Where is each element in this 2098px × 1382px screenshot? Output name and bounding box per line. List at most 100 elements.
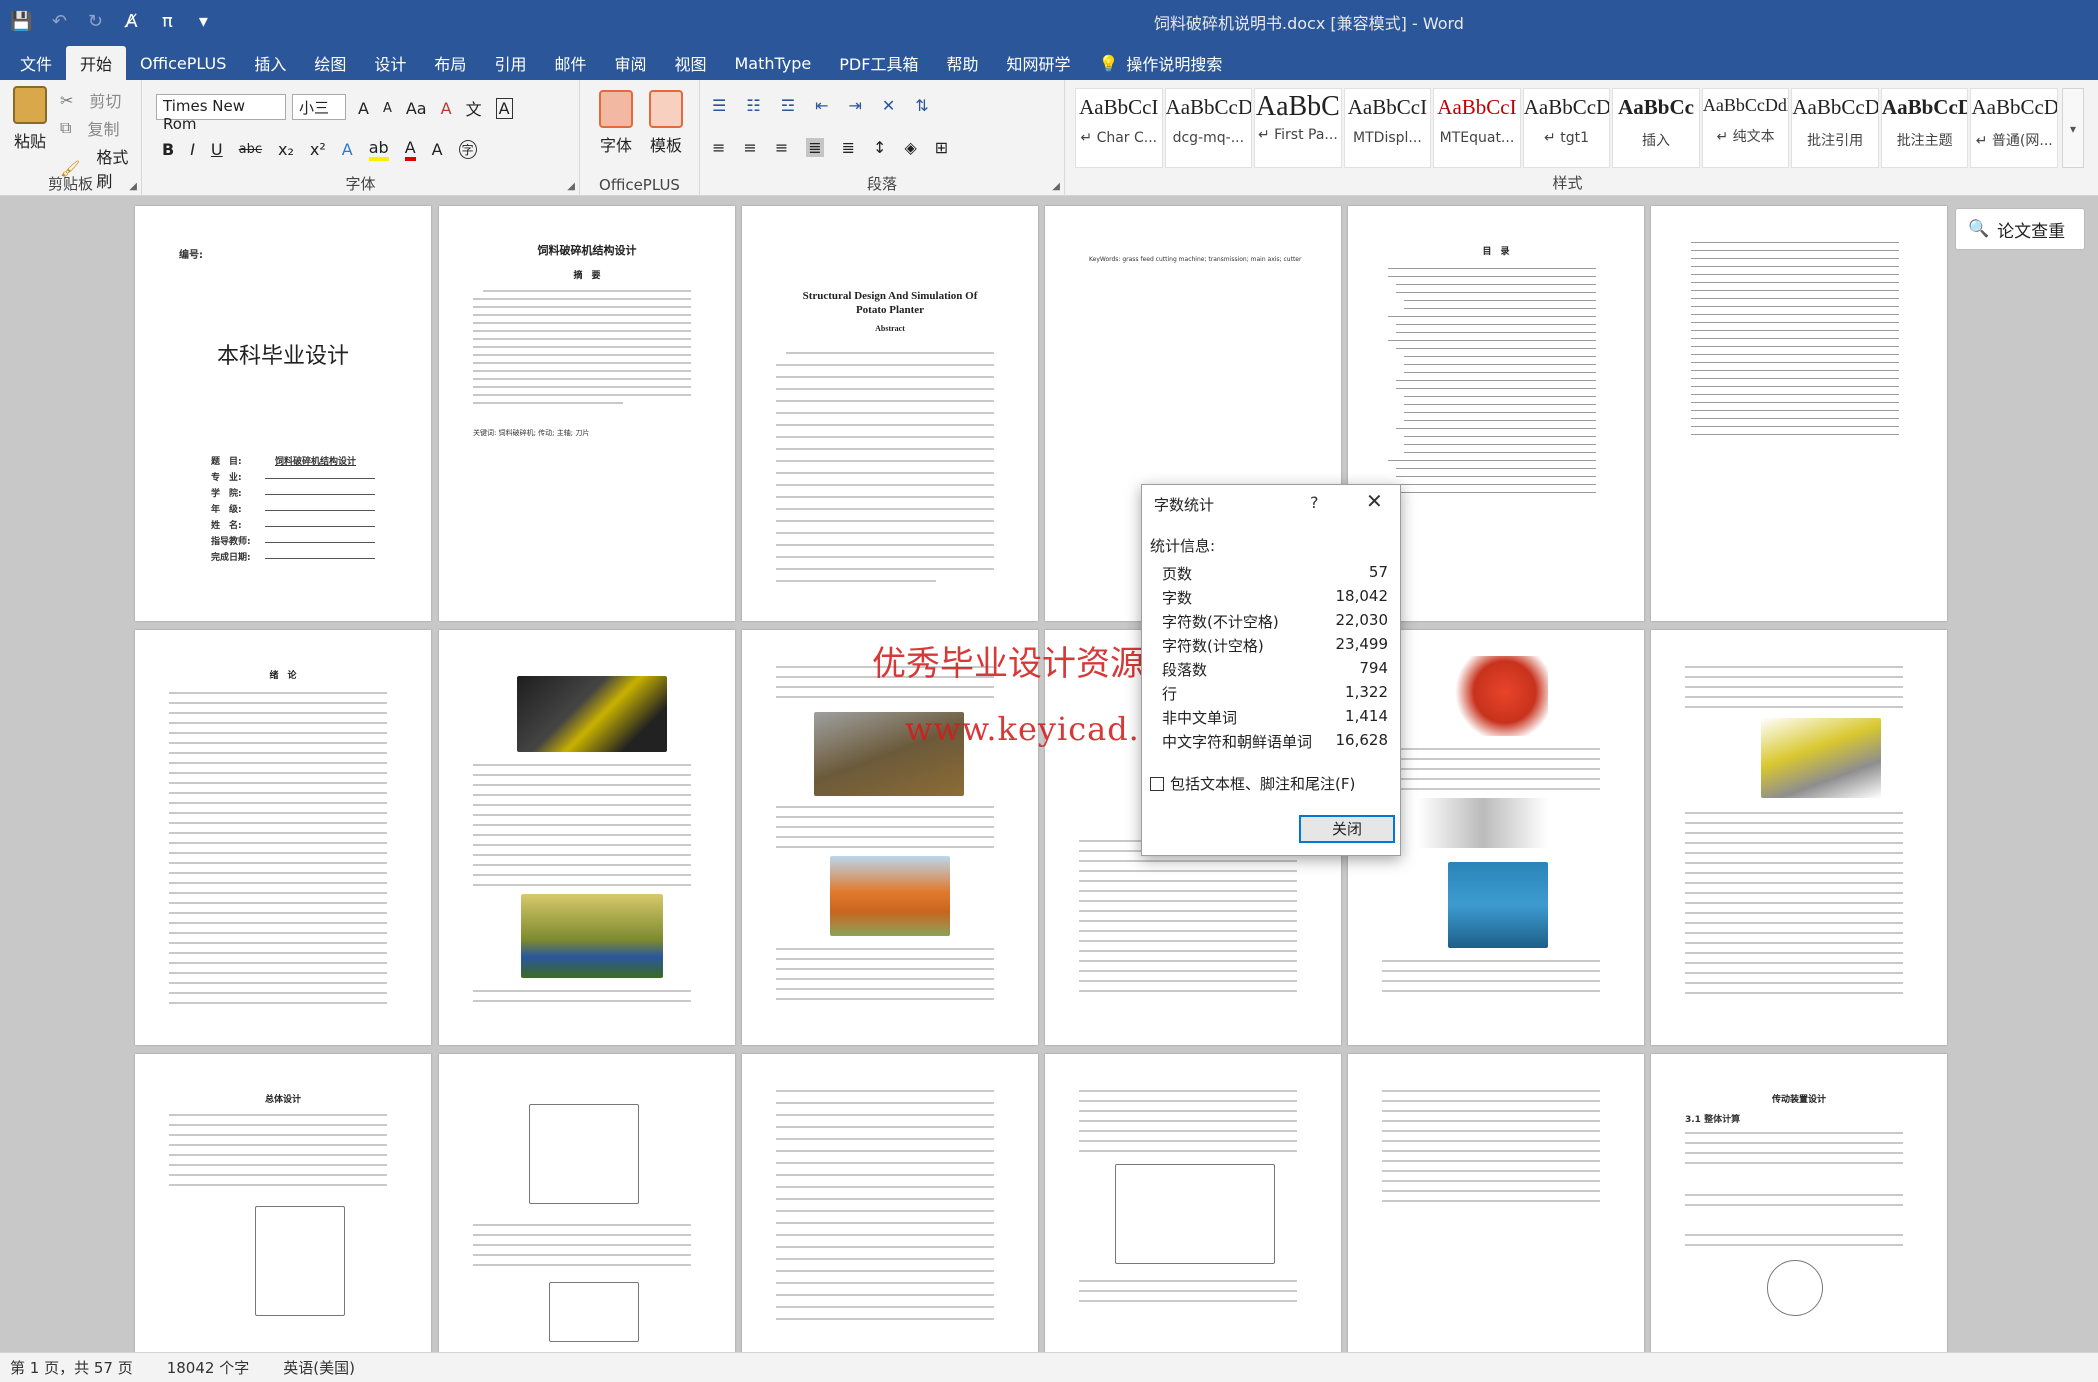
tab-file[interactable]: 文件: [6, 46, 66, 80]
cut-button[interactable]: ✂ 剪切: [60, 88, 121, 112]
checkbox-box[interactable]: [1150, 776, 1164, 791]
line-spacing-icon[interactable]: ↕: [873, 138, 886, 157]
align-center-icon[interactable]: ≡: [743, 138, 756, 157]
copy-button[interactable]: ⧉ 复制: [60, 116, 119, 140]
tab-draw[interactable]: 绘图: [300, 46, 360, 80]
language-status[interactable]: 英语(美国): [283, 1357, 355, 1378]
font-size-combo[interactable]: 小三: [292, 94, 346, 120]
officeplus-template-button[interactable]: 模板: [646, 90, 686, 156]
tab-mathtype[interactable]: MathType: [721, 46, 826, 80]
ribbon-tabs: 文件 开始 OfficePLUS 插入 绘图 设计 布局 引用 邮件 审阅 视图…: [0, 42, 2098, 80]
tab-insert[interactable]: 插入: [240, 46, 300, 80]
bullets-icon[interactable]: ☰: [712, 96, 726, 115]
tab-officeplus[interactable]: OfficePLUS: [126, 46, 240, 80]
strikethrough-icon[interactable]: abc: [239, 142, 262, 157]
shading-icon[interactable]: ◈: [904, 138, 916, 157]
style-item[interactable]: AaBbCcD dcg-mq-...: [1164, 88, 1253, 168]
page-thumb-13[interactable]: 总体设计: [135, 1054, 431, 1352]
word-count-status[interactable]: 18042 个字: [167, 1357, 250, 1378]
align-right-icon[interactable]: ≡: [775, 138, 788, 157]
change-case-icon[interactable]: Aa: [406, 99, 427, 118]
page-title: 饲料破碎机结构设计: [537, 245, 637, 257]
chinese-layout-icon[interactable]: ✕: [882, 96, 895, 115]
harvester-photo: [517, 676, 667, 752]
tab-references[interactable]: 引用: [480, 46, 540, 80]
underline-icon[interactable]: U: [211, 140, 223, 159]
page-thumb-1[interactable]: 编号: 本科毕业设计 题 目: 饲料破碎机结构设计 专 业: 学 院: 年 级:…: [135, 206, 431, 621]
grow-font-icon[interactable]: A: [358, 99, 369, 118]
dialog-launcher-icon[interactable]: ◢: [567, 181, 575, 192]
document-canvas[interactable]: 编号: 本科毕业设计 题 目: 饲料破碎机结构设计 专 业: 学 院: 年 级:…: [0, 196, 2098, 1352]
style-item[interactable]: AaBbCcDc↵ tgt1: [1522, 88, 1611, 168]
field-label: 指导教师:: [211, 537, 251, 547]
tab-pdf-tools[interactable]: PDF工具箱: [825, 46, 932, 80]
styles-more-icon[interactable]: ▾: [2062, 88, 2084, 168]
numbering-icon[interactable]: ☷: [746, 96, 760, 115]
page-thumb-14[interactable]: [439, 1054, 735, 1352]
style-item[interactable]: AaBbCcI MTDispl...: [1343, 88, 1432, 168]
paper-check-button[interactable]: 🔍 论文查重: [1955, 208, 2085, 250]
page-thumb-8[interactable]: [439, 630, 735, 1045]
style-item[interactable]: AaBbCcI ↵ Char C...: [1075, 88, 1163, 168]
decrease-indent-icon[interactable]: ⇤: [815, 96, 828, 115]
style-item[interactable]: AaBbCc 插入: [1612, 88, 1700, 168]
subscript-icon[interactable]: x₂: [278, 140, 294, 159]
clear-format-icon[interactable]: A: [441, 99, 452, 118]
align-left-icon[interactable]: ≡: [712, 138, 725, 157]
font-name-combo[interactable]: Times New Rom: [156, 94, 286, 133]
tab-cnki[interactable]: 知网研学: [992, 46, 1084, 80]
tab-home[interactable]: 开始: [66, 46, 127, 80]
page-thumb-3[interactable]: Structural Design And Simulation Of Pota…: [742, 206, 1038, 621]
distributed-icon[interactable]: ≣: [842, 138, 855, 157]
page-thumb-18[interactable]: 传动装置设计 3.1 整体计算: [1651, 1054, 1947, 1352]
style-item[interactable]: AaBbCcI MTEquat...: [1433, 88, 1521, 168]
page-thumb-15[interactable]: [742, 1054, 1038, 1352]
clipboard-group-label: 剪贴板: [47, 175, 93, 193]
officeplus-font-button[interactable]: 字体: [596, 90, 636, 156]
char-shading-icon[interactable]: A: [432, 140, 443, 159]
close-button[interactable]: 关闭: [1299, 815, 1395, 843]
style-item[interactable]: AaBbCcD 批注引用: [1791, 88, 1879, 168]
page-count-status[interactable]: 第 1 页，共 57 页: [10, 1357, 133, 1378]
page-thumb-9[interactable]: [742, 630, 1038, 1045]
page-thumb-2[interactable]: 饲料破碎机结构设计 摘 要 关键词: 饲料破碎机; 传动; 主轴; 刀片: [439, 206, 735, 621]
enclose-char-icon[interactable]: 字: [458, 140, 477, 159]
tab-help[interactable]: 帮助: [932, 46, 992, 80]
paste-button[interactable]: 粘贴: [8, 86, 52, 152]
style-item[interactable]: AaBbCcD 批注主题: [1880, 88, 1969, 168]
superscript-icon[interactable]: x²: [310, 140, 326, 159]
help-icon[interactable]: ?: [1310, 493, 1319, 512]
dialog-launcher-icon[interactable]: ◢: [1052, 181, 1060, 192]
page-thumb-7[interactable]: 绪 论: [135, 630, 431, 1045]
italic-icon[interactable]: I: [190, 140, 195, 159]
sort-icon[interactable]: ⇅: [915, 96, 928, 115]
borders-icon[interactable]: ⊞: [935, 138, 948, 157]
stat-row: 字符数(计空格) 23,499: [1162, 635, 1388, 656]
justify-icon[interactable]: ≣: [806, 138, 824, 157]
style-item[interactable]: AaBbCcDc↵ 普通(网...: [1970, 88, 2059, 168]
tab-layout[interactable]: 布局: [420, 46, 480, 80]
include-textboxes-checkbox[interactable]: 包括文本框、脚注和尾注(F): [1150, 773, 1355, 794]
page-thumb-6[interactable]: [1651, 206, 1947, 621]
tell-me-search[interactable]: 💡 操作说明搜索: [1085, 46, 1237, 80]
tab-view[interactable]: 视图: [660, 46, 720, 80]
dialog-launcher-icon[interactable]: ◢: [129, 181, 137, 192]
font-color-icon[interactable]: A: [404, 138, 416, 161]
shrink-font-icon[interactable]: A: [383, 101, 392, 116]
tab-mailings[interactable]: 邮件: [540, 46, 600, 80]
char-border-icon[interactable]: A: [495, 97, 513, 119]
text-effects-icon[interactable]: A: [342, 140, 353, 159]
tab-design[interactable]: 设计: [360, 46, 420, 80]
highlight-icon[interactable]: ab: [368, 138, 389, 161]
close-icon[interactable]: ✕: [1366, 489, 1383, 513]
tab-review[interactable]: 审阅: [600, 46, 660, 80]
style-item[interactable]: AaBbCcDdl ↵ 纯文本: [1701, 88, 1790, 168]
page-thumb-12[interactable]: [1651, 630, 1947, 1045]
page-thumb-17[interactable]: [1348, 1054, 1644, 1352]
page-thumb-16[interactable]: [1045, 1054, 1341, 1352]
style-item[interactable]: AaBbC ↵ First Pa...: [1254, 88, 1342, 168]
bold-icon[interactable]: B: [162, 140, 174, 159]
phonetic-guide-icon[interactable]: 文: [466, 96, 482, 120]
increase-indent-icon[interactable]: ⇥: [848, 96, 861, 115]
multilevel-list-icon[interactable]: ☲: [781, 96, 795, 115]
